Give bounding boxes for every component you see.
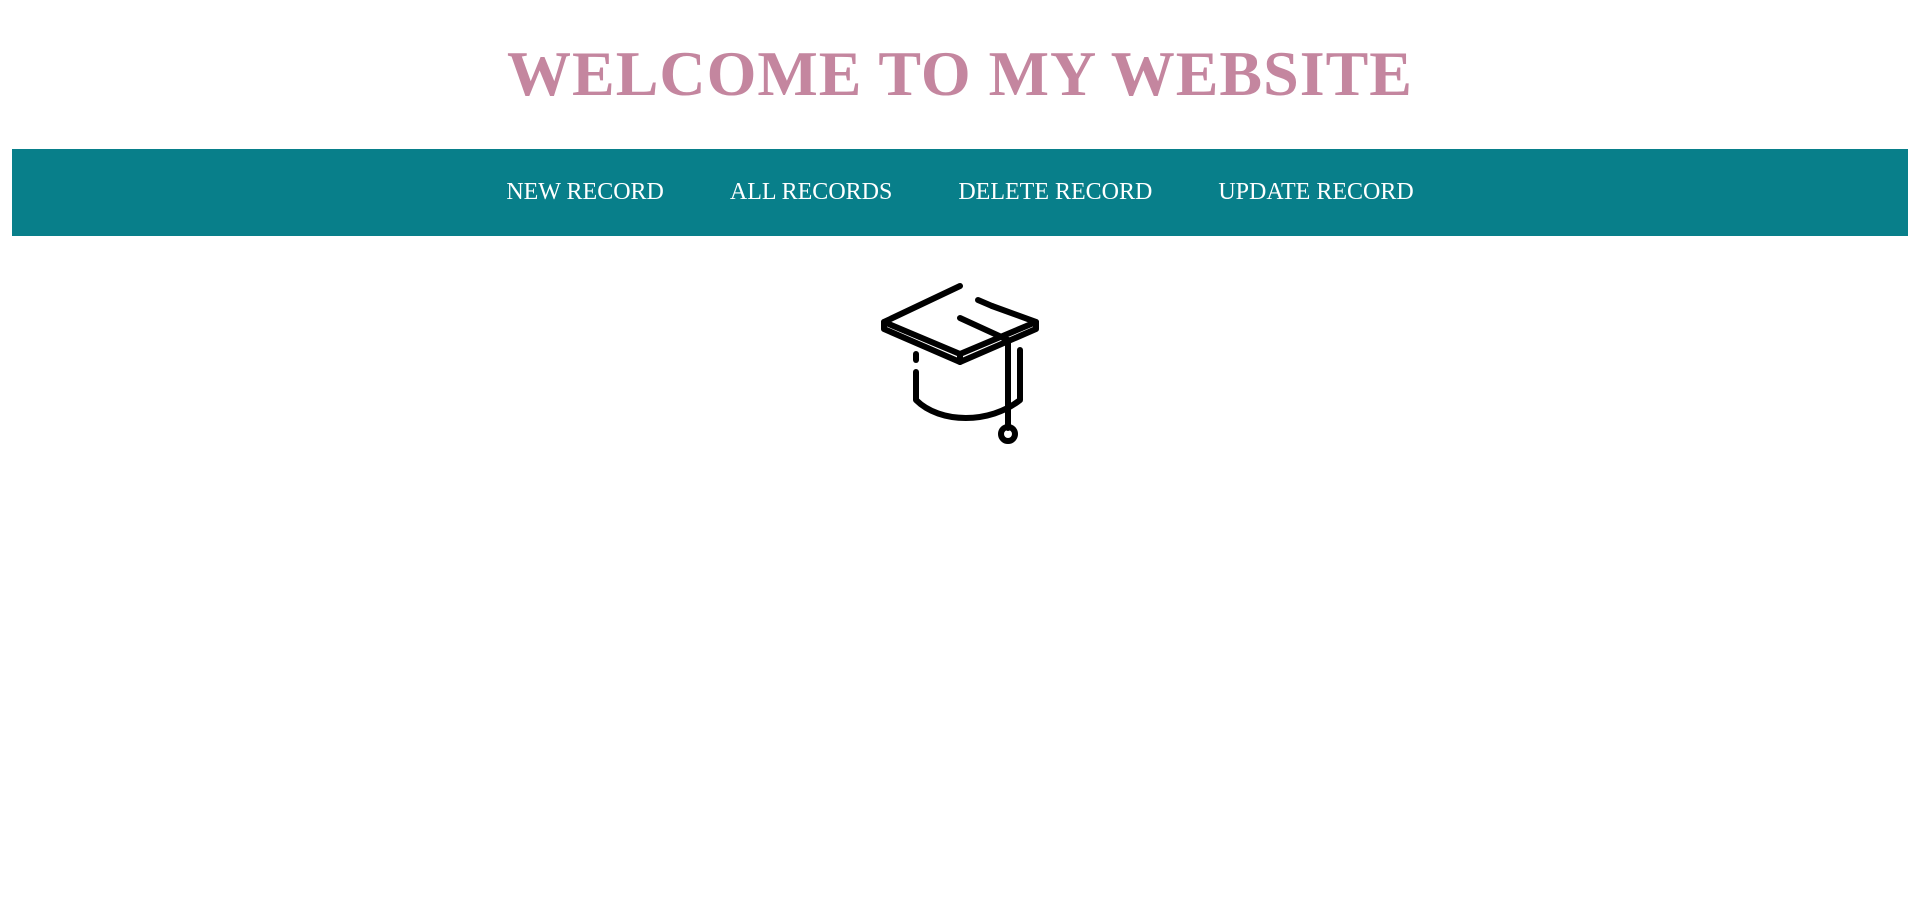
navigation-bar: NEW RECORD ALL RECORDS DELETE RECORD UPD… — [12, 149, 1908, 236]
nav-link-update-record[interactable]: UPDATE RECORD — [1218, 179, 1413, 206]
nav-link-all-records[interactable]: ALL RECORDS — [730, 179, 892, 206]
nav-link-delete-record[interactable]: DELETE RECORD — [958, 179, 1152, 206]
page-title: WELCOME TO MY WEBSITE — [507, 38, 1413, 109]
graduation-cap-icon — [860, 282, 1060, 446]
nav-link-new-record[interactable]: NEW RECORD — [506, 179, 664, 206]
page: WELCOME TO MY WEBSITE NEW RECORD ALL REC… — [0, 0, 1920, 914]
